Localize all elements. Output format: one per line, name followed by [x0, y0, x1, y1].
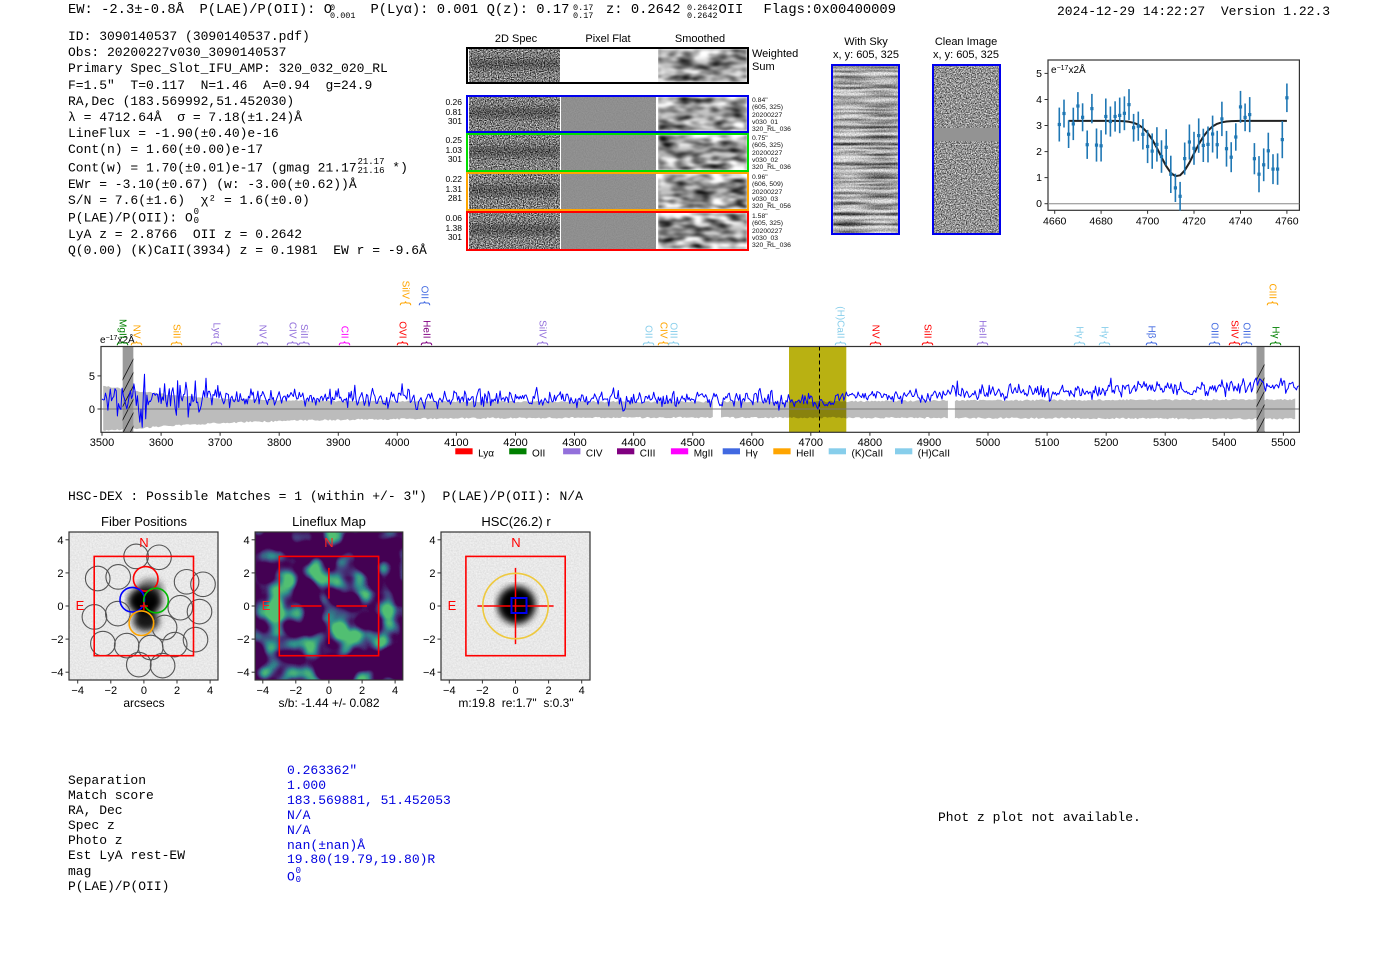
svg-text:2: 2 — [429, 568, 435, 580]
svg-text:E: E — [76, 598, 85, 613]
svg-text:arcsecs: arcsecs — [123, 696, 164, 710]
svg-text:0: 0 — [243, 601, 249, 613]
svg-text:E: E — [262, 598, 271, 613]
svg-text:4: 4 — [243, 535, 249, 547]
svg-text:Lineflux Map: Lineflux Map — [292, 514, 366, 529]
svg-text:4: 4 — [429, 535, 435, 547]
svg-text:s/b: -1.44 +/- 0.082: s/b: -1.44 +/- 0.082 — [278, 696, 379, 710]
svg-text:4: 4 — [207, 685, 213, 697]
svg-text:2: 2 — [243, 568, 249, 580]
svg-text:N: N — [139, 535, 148, 550]
svg-text:E: E — [448, 598, 457, 613]
svg-text:−4: −4 — [71, 685, 84, 697]
svg-text:−4: −4 — [423, 667, 436, 679]
svg-text:−2: −2 — [237, 634, 250, 646]
svg-text:N: N — [511, 535, 520, 550]
svg-text:Fiber Positions: Fiber Positions — [101, 514, 187, 529]
svg-text:−4: −4 — [257, 685, 270, 697]
svg-text:4: 4 — [579, 685, 585, 697]
svg-text:−4: −4 — [443, 685, 456, 697]
svg-text:2: 2 — [57, 568, 63, 580]
svg-text:−4: −4 — [51, 667, 64, 679]
svg-text:2: 2 — [174, 685, 180, 697]
svg-text:−2: −2 — [51, 634, 64, 646]
svg-text:0: 0 — [57, 601, 63, 613]
svg-text:−2: −2 — [105, 685, 118, 697]
svg-text:m:19.8 re:1.7" s:0.3": m:19.8 re:1.7" s:0.3" — [458, 696, 573, 710]
svg-text:0: 0 — [429, 601, 435, 613]
svg-text:4: 4 — [57, 535, 63, 547]
svg-text:N: N — [324, 535, 333, 550]
svg-text:HSC(26.2) r: HSC(26.2) r — [481, 514, 551, 529]
svg-text:4: 4 — [392, 685, 398, 697]
svg-text:−2: −2 — [423, 634, 436, 646]
svg-text:−4: −4 — [237, 667, 250, 679]
